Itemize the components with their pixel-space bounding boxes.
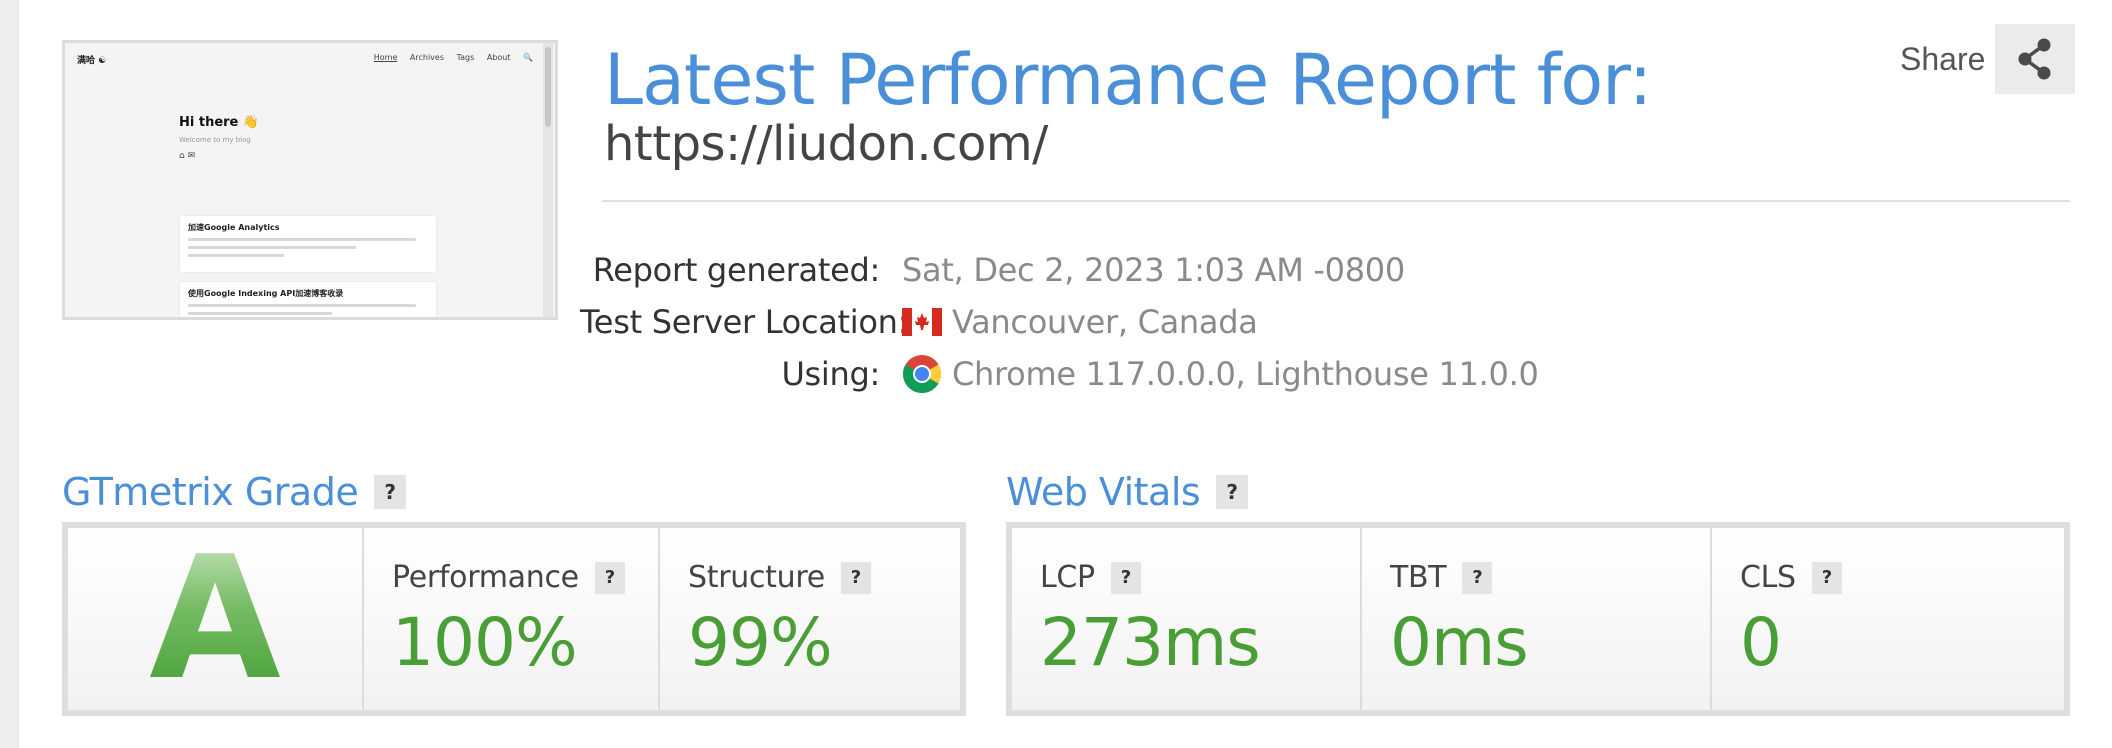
web-vitals-help-button[interactable]: ?: [1216, 475, 1249, 509]
grade-letter: A: [68, 520, 362, 718]
tbt-cell: TBT ? 0ms: [1362, 528, 1712, 710]
thumb-post-card: 使用Google Indexing API加速博客收录: [179, 281, 437, 317]
using-value: Chrome 117.0.0.0, Lighthouse 11.0.0: [902, 354, 1539, 394]
report-generated-label: Report generated:: [592, 251, 881, 289]
gtmetrix-grade-header: GTmetrix Grade ?: [62, 470, 407, 514]
thumb-text-line: [188, 304, 416, 307]
cls-label-row: CLS ?: [1740, 560, 1842, 595]
thumb-text-line: [188, 246, 356, 249]
share-button[interactable]: [1995, 24, 2076, 94]
share-label: Share: [1900, 40, 1986, 77]
grade-cell: A: [68, 520, 364, 718]
lcp-value: 273ms: [1040, 604, 1261, 681]
cls-cell: CLS ? 0: [1712, 528, 2064, 710]
thumb-site-logo: 满哈 ☯: [77, 56, 107, 66]
server-location-text: Vancouver, Canada: [952, 303, 1258, 341]
web-vitals-title: Web Vitals: [1006, 470, 1201, 514]
performance-label: Performance: [392, 560, 579, 595]
structure-cell: Structure ? 99%: [660, 528, 960, 710]
thumb-post-title: 加速Google Analytics: [188, 223, 280, 232]
thumb-text-line: [188, 312, 332, 315]
using-label: Using:: [781, 355, 880, 393]
thumb-text-line: [188, 254, 284, 257]
structure-label-row: Structure ?: [688, 560, 871, 595]
gtmetrix-grade-help-button[interactable]: ?: [374, 475, 407, 509]
thumb-post-title: 使用Google Indexing API加速博客收录: [188, 289, 344, 298]
tbt-help-button[interactable]: ?: [1462, 561, 1493, 594]
thumb-scrollbar: [543, 43, 553, 317]
performance-label-row: Performance ?: [392, 560, 625, 595]
thumb-greeting: Hi there 👋: [179, 115, 260, 130]
structure-value: 99%: [688, 604, 833, 681]
gtmetrix-grade-panel: A Performance ? 100% Structure ? 99%: [62, 520, 966, 718]
thumb-social-icons: ⌂ ✉: [179, 151, 196, 161]
report-meta: Report generated: Sat, Dec 2, 2023 1:03 …: [580, 244, 1539, 400]
thumb-search-icon: 🔍: [523, 53, 533, 62]
cls-help-button[interactable]: ?: [1811, 561, 1842, 594]
lcp-help-button[interactable]: ?: [1110, 561, 1141, 594]
thumb-tagline: Welcome to my blog: [179, 136, 251, 144]
share-icon: [2018, 38, 2051, 80]
chrome-icon: [903, 355, 941, 393]
performance-cell: Performance ? 100%: [364, 528, 660, 710]
thumb-nav-about: About: [486, 53, 511, 62]
server-location-row: Test Server Location: Vancouver, Canada: [580, 296, 1539, 348]
web-vitals-panel: LCP ? 273ms TBT ? 0ms CLS ? 0: [1006, 522, 2070, 716]
report-url: https://liudon.com/: [604, 116, 1048, 172]
thumb-nav-home: Home: [373, 53, 398, 62]
thumb-post-card: 加速Google Analytics: [179, 215, 437, 273]
report-title: Latest Performance Report for:: [604, 39, 1652, 121]
report-generated-row: Report generated: Sat, Dec 2, 2023 1:03 …: [580, 244, 1539, 296]
tbt-label-row: TBT ?: [1390, 560, 1493, 595]
thumb-nav: Home Archives Tags About 🔍: [364, 53, 533, 62]
thumb-text-line: [188, 238, 416, 241]
performance-help-button[interactable]: ?: [594, 561, 625, 594]
structure-label: Structure: [688, 560, 825, 595]
using-text: Chrome 117.0.0.0, Lighthouse 11.0.0: [952, 355, 1539, 393]
thumb-nav-archives: Archives: [409, 53, 445, 62]
structure-help-button[interactable]: ?: [840, 561, 871, 594]
lcp-cell: LCP ? 273ms: [1012, 528, 1362, 710]
cls-label: CLS: [1740, 560, 1796, 595]
share-control: Share: [1900, 24, 2076, 94]
cls-value: 0: [1740, 604, 1782, 681]
canada-flag-icon: [902, 308, 942, 336]
thumb-nav-tags: Tags: [456, 53, 475, 62]
performance-value: 100%: [392, 604, 578, 681]
report-generated-value: Sat, Dec 2, 2023 1:03 AM -0800: [902, 251, 1405, 289]
title-divider: [602, 200, 2070, 202]
report-generated-text: Sat, Dec 2, 2023 1:03 AM -0800: [902, 251, 1405, 289]
tbt-label: TBT: [1390, 560, 1447, 595]
server-location-label: Test Server Location:: [580, 303, 909, 341]
page-screenshot-thumbnail[interactable]: 满哈 ☯ Home Archives Tags About 🔍 Hi there…: [62, 40, 558, 320]
tbt-value: 0ms: [1390, 604, 1529, 681]
lcp-label-row: LCP ?: [1040, 560, 1141, 595]
left-rail: [0, 0, 19, 748]
gtmetrix-grade-title: GTmetrix Grade: [62, 470, 359, 514]
web-vitals-header: Web Vitals ?: [1006, 470, 1249, 514]
using-row: Using: Chrome 117.0.0.0, Lighthouse 11.0…: [580, 348, 1539, 400]
lcp-label: LCP: [1040, 560, 1095, 595]
server-location-value: Vancouver, Canada: [902, 303, 1258, 341]
